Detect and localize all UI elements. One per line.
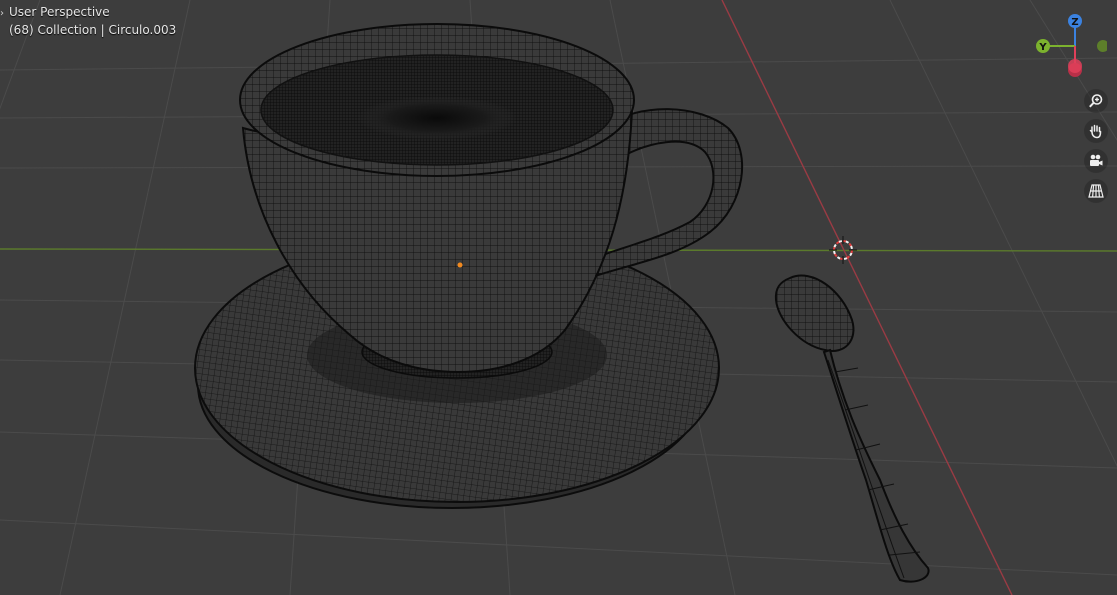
toolbar-expand-arrow[interactable]: ›	[0, 8, 4, 19]
3d-viewport[interactable]: › User Perspective (68) Collection | Cir…	[0, 0, 1117, 595]
zoom-icon	[1088, 93, 1104, 109]
perspective-toggle-button[interactable]	[1084, 179, 1108, 203]
gizmo-x-axis	[1068, 59, 1082, 73]
camera-view-button[interactable]	[1084, 149, 1108, 173]
svg-text:Y: Y	[1038, 42, 1047, 53]
object-origin	[457, 262, 463, 268]
view-name-label: User Perspective	[9, 5, 110, 19]
spoon-mesh	[774, 274, 930, 583]
collection-info-label: (68) Collection | Circulo.003	[9, 23, 177, 37]
x-axis-line	[721, 0, 1013, 595]
navigation-gizmo[interactable]: Z Y	[1017, 8, 1107, 80]
svg-text:Z: Z	[1071, 17, 1078, 28]
camera-view-icon	[1088, 153, 1104, 169]
zoom-button[interactable]	[1084, 89, 1108, 113]
pan-hand-icon	[1088, 123, 1104, 139]
pan-button[interactable]	[1084, 119, 1108, 143]
viewport-scene[interactable]	[0, 0, 1117, 595]
gizmo-neg-y-axis	[1097, 40, 1107, 52]
perspective-grid-icon	[1088, 183, 1104, 199]
